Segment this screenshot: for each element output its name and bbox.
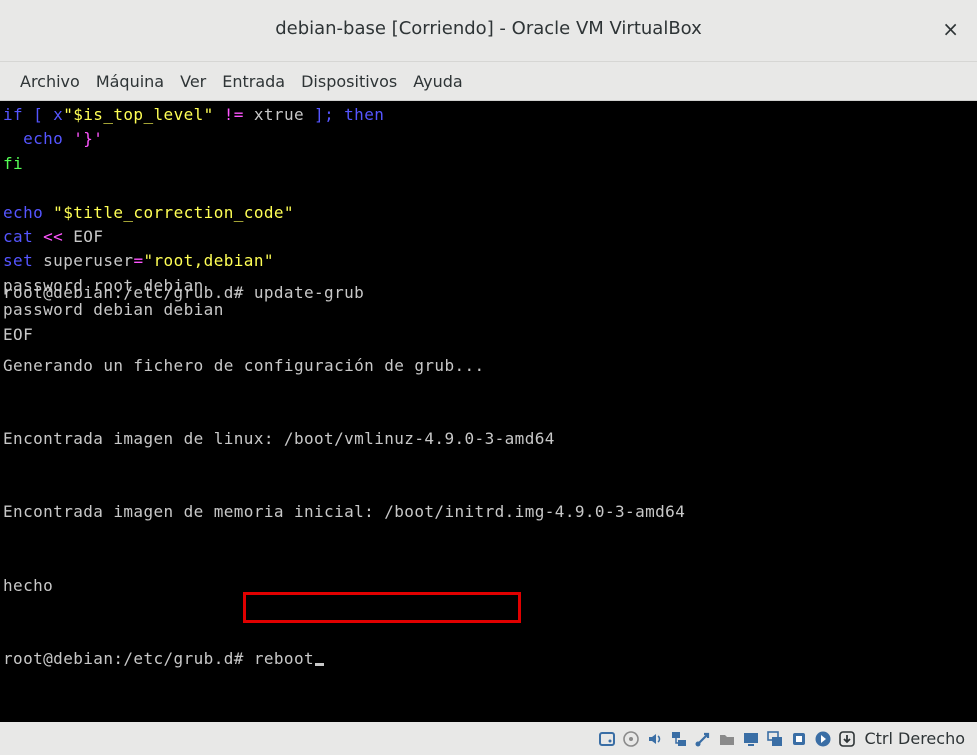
menu-archivo[interactable]: Archivo <box>12 72 88 91</box>
script-token: "$is_top_level" <box>63 105 214 124</box>
usb-icon[interactable] <box>694 730 712 748</box>
menu-entrada[interactable]: Entrada <box>214 72 293 91</box>
virtualbox-window: debian-base [Corriendo] - Oracle VM Virt… <box>0 0 977 755</box>
mouse-integration-icon[interactable] <box>814 730 832 748</box>
output-line: Generando un fichero de configuración de… <box>3 355 485 375</box>
display-icon[interactable] <box>742 730 760 748</box>
audio-icon[interactable] <box>646 730 664 748</box>
script-line: echo '}' <box>3 127 384 151</box>
menu-dispositivos[interactable]: Dispositivos <box>293 72 405 91</box>
script-token: fi <box>3 153 24 173</box>
menu-ayuda[interactable]: Ayuda <box>405 72 470 91</box>
script-line: fi <box>3 152 384 176</box>
script-token: "$title_correction_code" <box>53 202 294 222</box>
network-icon[interactable] <box>670 730 688 748</box>
script-token: != <box>213 105 254 124</box>
script-line: if [ x"$is_top_level" != xtrue ]; then <box>3 103 384 127</box>
command-line[interactable]: root@debian:/etc/grub.d# reboot <box>3 647 685 671</box>
cpu-icon[interactable] <box>790 730 808 748</box>
optical-drive-icon[interactable] <box>622 730 640 748</box>
output-line: Encontrada imagen de memoria inicial: /b… <box>3 502 686 522</box>
script-token: '}' <box>73 129 104 149</box>
output-line: root@debian:/etc/grub.d# update-grub <box>3 282 365 302</box>
script-line <box>3 176 384 200</box>
keyboard-capture-icon[interactable] <box>838 730 856 748</box>
text-cursor <box>315 662 325 666</box>
menu-maquina[interactable]: Máquina <box>88 72 172 91</box>
window-title: debian-base [Corriendo] - Oracle VM Virt… <box>275 18 702 39</box>
close-icon[interactable]: × <box>942 17 959 41</box>
output-line: hecho <box>3 575 54 595</box>
script-token: if [ x <box>3 105 64 124</box>
video-capture-icon[interactable] <box>766 730 784 748</box>
typed-command: reboot <box>253 648 315 668</box>
output-line: Encontrada imagen de linux: /boot/vmlinu… <box>3 429 555 449</box>
title-bar[interactable]: debian-base [Corriendo] - Oracle VM Virt… <box>0 0 977 62</box>
shell-prompt: root@debian:/etc/grub.d# <box>3 648 254 668</box>
menu-bar: Archivo Máquina Ver Entrada Dispositivos… <box>0 62 977 101</box>
hard-disk-icon[interactable] <box>598 730 616 748</box>
menu-ver[interactable]: Ver <box>172 72 214 91</box>
script-token: echo <box>3 202 54 222</box>
device-indicator-group <box>592 730 856 748</box>
script-line: echo "$title_correction_code" <box>3 201 384 225</box>
script-token: ]; then <box>304 105 385 124</box>
script-token: echo <box>3 129 74 149</box>
terminal-output: root@debian:/etc/grub.d# update-grub Gen… <box>3 232 685 720</box>
shared-folders-icon[interactable] <box>718 730 736 748</box>
script-token: xtrue <box>253 105 305 124</box>
vm-console-screen[interactable]: if [ x"$is_top_level" != xtrue ]; then e… <box>0 101 977 722</box>
status-bar: Ctrl Derecho <box>0 722 977 755</box>
host-key-label[interactable]: Ctrl Derecho <box>864 729 965 748</box>
